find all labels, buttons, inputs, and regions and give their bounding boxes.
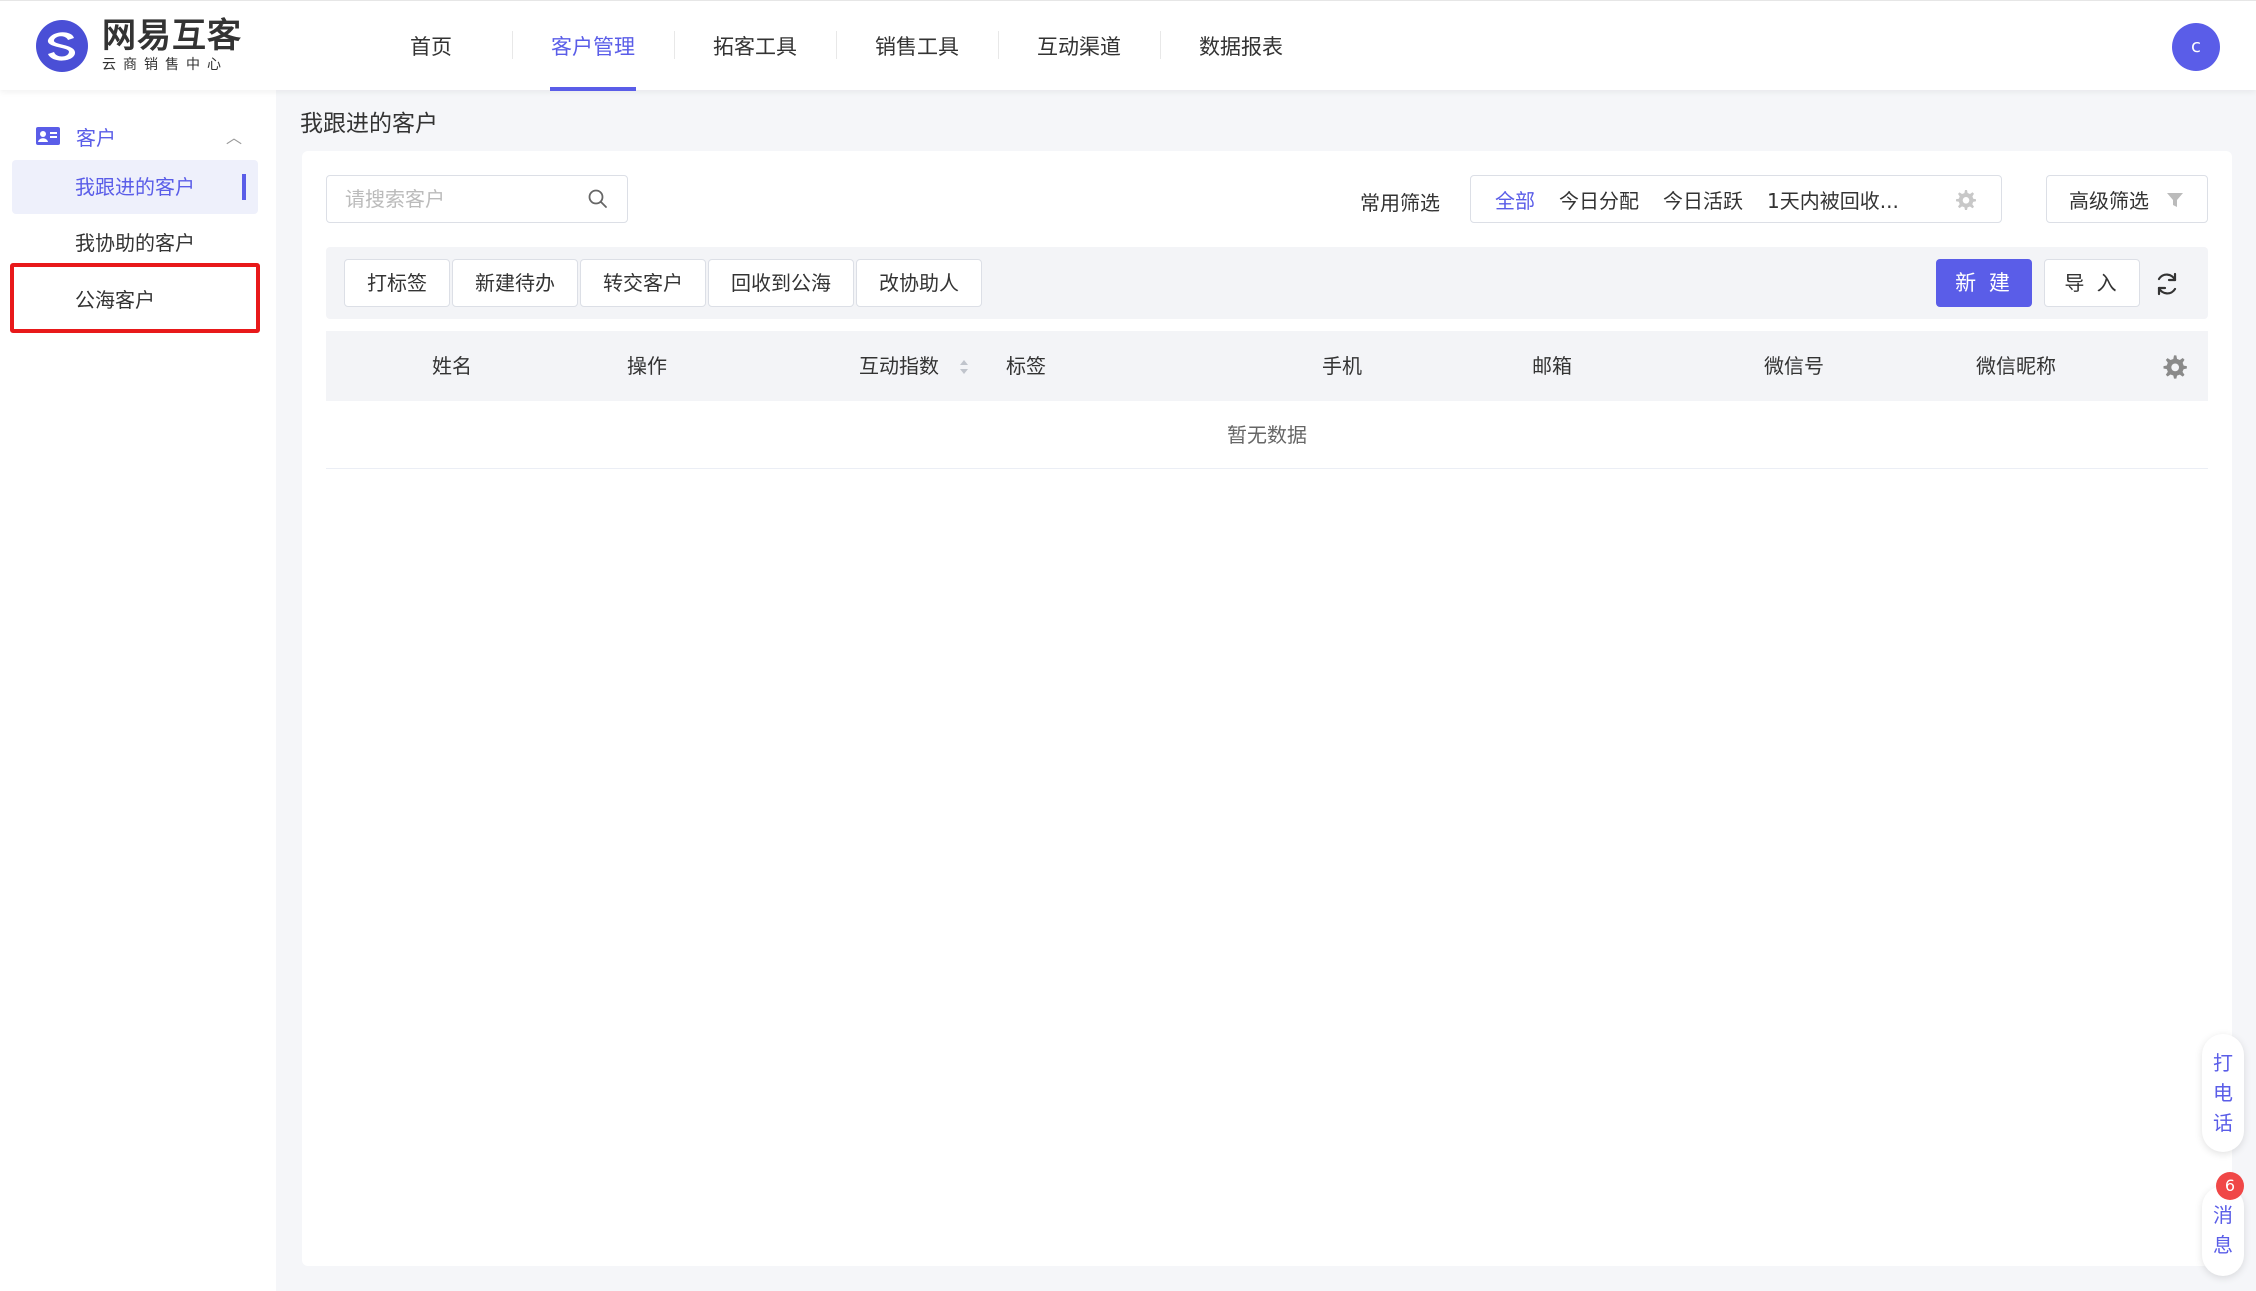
quick-filter-recycled-1-day[interactable]: 1天内被回收... — [1767, 185, 1899, 214]
user-avatar[interactable]: c — [2172, 23, 2220, 71]
quick-filter-assigned-today[interactable]: 今日分配 — [1559, 185, 1639, 214]
new-todo-button[interactable]: 新建待办 — [452, 259, 578, 307]
call-label-char: 打 — [2213, 1051, 2233, 1075]
content-panel: 常用筛选 全部 今日分配 今日活跃 1天内被回收... 高级筛选 打标签 新建待… — [302, 151, 2232, 1266]
main-nav: 首页 客户管理 拓客工具 销售工具 互动渠道 数据报表 — [350, 1, 1322, 91]
message-label-char: 息 — [2213, 1233, 2233, 1257]
action-toolbar: 打标签 新建待办 转交客户 回收到公海 改协助人 新 建 导 入 — [326, 247, 2208, 319]
message-float-button[interactable]: 消 息 — [2202, 1186, 2244, 1276]
transfer-customer-button[interactable]: 转交客户 — [580, 259, 706, 307]
nav-item-home[interactable]: 首页 — [350, 1, 512, 91]
advanced-filter-button[interactable]: 高级筛选 — [2046, 175, 2208, 223]
quick-filter-all[interactable]: 全部 — [1495, 185, 1535, 214]
nav-item-data-reports[interactable]: 数据报表 — [1160, 1, 1322, 91]
common-filters-label: 常用筛选 — [1360, 191, 1440, 215]
top-navigation-bar: 网易互客 云商销售中心 首页 客户管理 拓客工具 销售工具 互动渠道 数据报表 … — [0, 0, 2256, 91]
sidebar-item-public-pool[interactable]: 公海客户 — [12, 273, 258, 327]
nav-item-prospecting-tools[interactable]: 拓客工具 — [674, 1, 836, 91]
contact-card-icon — [36, 127, 60, 145]
brand-logo[interactable]: 网易互客 云商销售中心 — [34, 17, 242, 75]
brand-subtitle: 云商销售中心 — [102, 57, 228, 73]
search-icon[interactable] — [586, 187, 610, 211]
table-header: 姓名 操作 互动指数 标签 手机 邮箱 微信号 微信昵称 — [326, 331, 2208, 401]
new-button[interactable]: 新 建 — [1936, 259, 2032, 307]
sidebar: 客户 ︿ 我跟进的客户 我协助的客户 公海客户 — [0, 90, 276, 1291]
message-label-char: 消 — [2213, 1203, 2233, 1227]
page-title: 我跟进的客户 — [300, 111, 438, 137]
column-header-name: 姓名 — [432, 354, 472, 378]
sidebar-group-label: 客户 — [76, 125, 116, 150]
column-header-wechat-id: 微信号 — [1764, 354, 1824, 378]
change-assistant-button[interactable]: 改协助人 — [856, 259, 982, 307]
funnel-icon — [2167, 193, 2183, 207]
sidebar-group-customers[interactable]: 客户 ︿ — [0, 108, 276, 164]
empty-state-text: 暂无数据 — [326, 401, 2208, 469]
call-float-button[interactable]: 打 电 话 — [2202, 1034, 2244, 1152]
column-header-tags: 标签 — [1006, 354, 1046, 378]
column-header-wechat-nickname: 微信昵称 — [1976, 354, 2056, 378]
search-input[interactable] — [326, 175, 628, 223]
quick-filter-group: 全部 今日分配 今日活跃 1天内被回收... — [1470, 175, 2002, 223]
gear-icon[interactable] — [1953, 188, 1977, 212]
call-label-char: 电 — [2213, 1081, 2233, 1105]
nav-item-sales-tools[interactable]: 销售工具 — [836, 1, 998, 91]
message-count-badge: 6 — [2216, 1172, 2244, 1200]
column-settings-gear-icon[interactable] — [2160, 353, 2188, 381]
import-button[interactable]: 导 入 — [2044, 259, 2140, 307]
sort-icon[interactable] — [958, 358, 970, 376]
brand-logo-icon — [36, 20, 88, 72]
sidebar-item-assisted-customers[interactable]: 我协助的客户 — [12, 216, 258, 270]
brand-title: 网易互客 — [102, 16, 242, 56]
call-label-char: 话 — [2213, 1111, 2233, 1135]
chevron-up-icon: ︿ — [225, 128, 242, 147]
sidebar-item-my-customers[interactable]: 我跟进的客户 — [12, 160, 258, 214]
column-header-interaction-index[interactable]: 互动指数 — [859, 331, 939, 401]
tag-button[interactable]: 打标签 — [344, 259, 450, 307]
column-header-actions: 操作 — [627, 354, 667, 378]
nav-item-interaction-channels[interactable]: 互动渠道 — [998, 1, 1160, 91]
advanced-filter-label: 高级筛选 — [2069, 188, 2149, 213]
column-header-phone: 手机 — [1322, 354, 1362, 378]
column-header-email: 邮箱 — [1532, 354, 1572, 378]
nav-item-customer-management[interactable]: 客户管理 — [512, 1, 674, 91]
recycle-to-pool-button[interactable]: 回收到公海 — [708, 259, 854, 307]
refresh-icon[interactable] — [2154, 271, 2180, 297]
quick-filter-active-today[interactable]: 今日活跃 — [1663, 185, 1743, 214]
